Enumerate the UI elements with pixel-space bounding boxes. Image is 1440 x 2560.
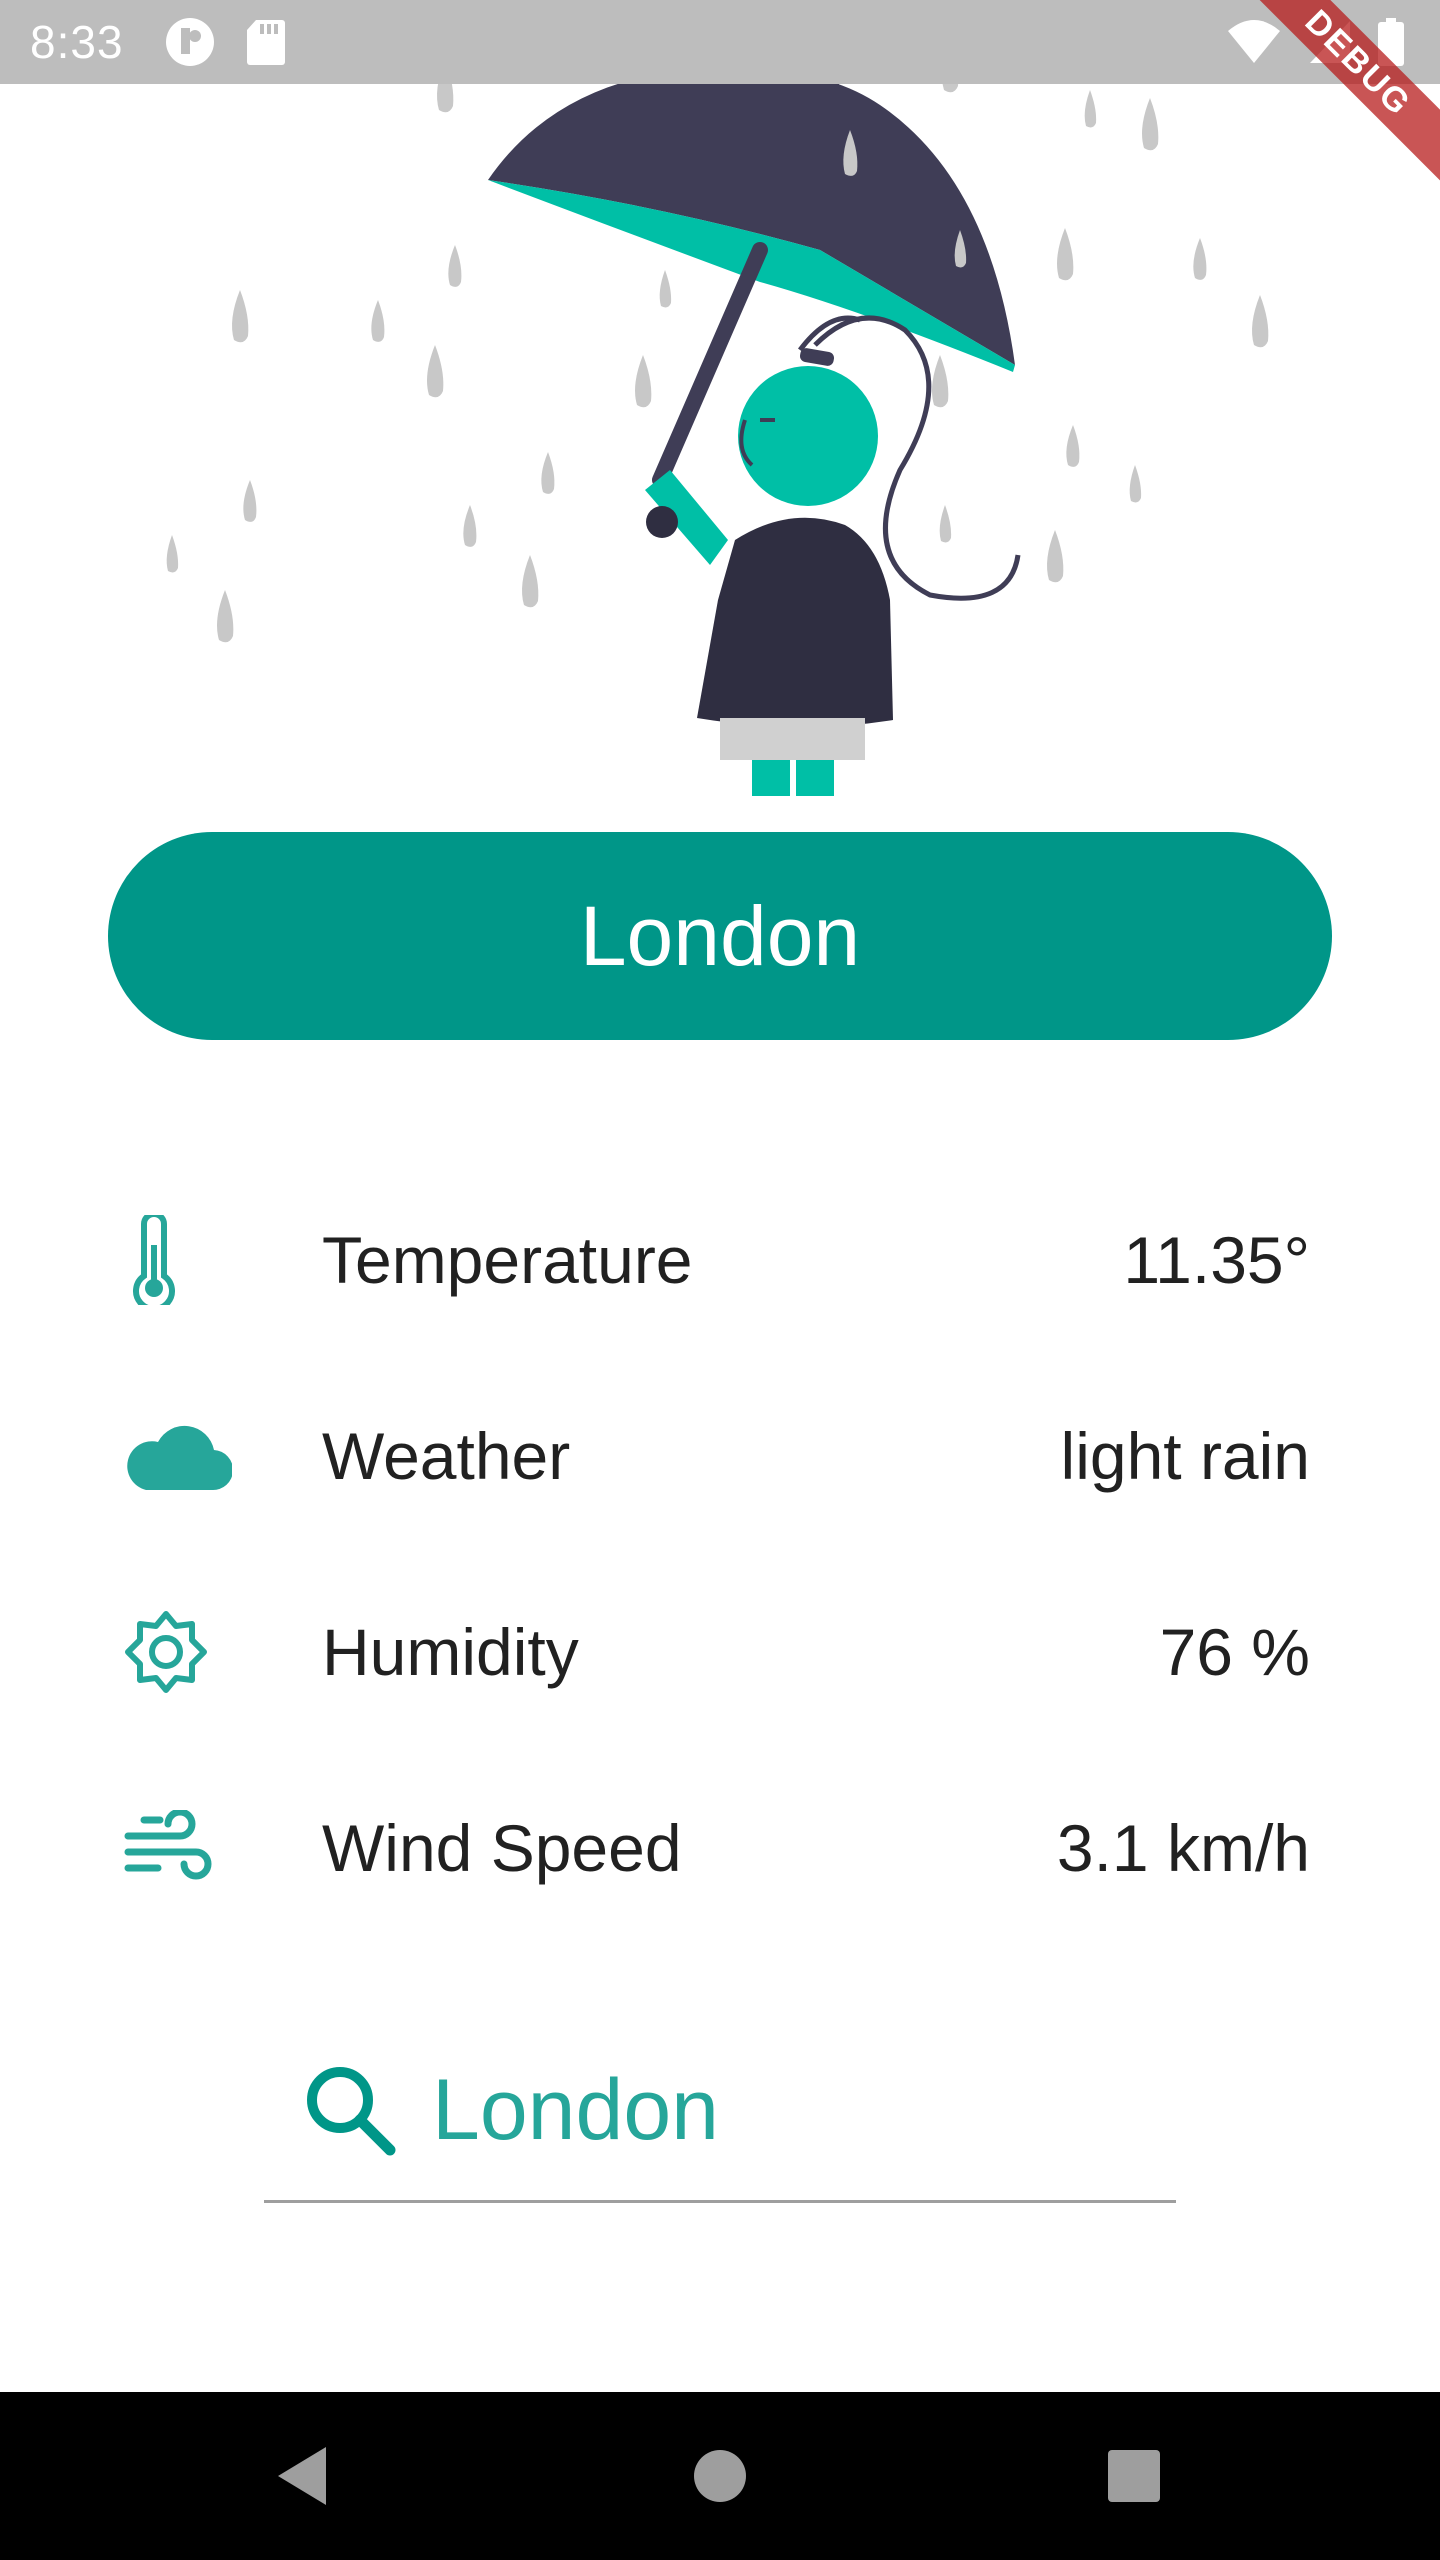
info-label: Humidity <box>322 1615 579 1689</box>
info-row-humidity: Humidity 76 % <box>0 1554 1440 1750</box>
info-row-weather: Weather light rain <box>0 1358 1440 1554</box>
coat <box>697 517 893 728</box>
search-field[interactable] <box>264 2040 1176 2203</box>
wifi-icon <box>1228 20 1280 63</box>
city-button[interactable]: London <box>108 832 1332 1040</box>
weather-info-list: Temperature 11.35° Weather light rain Hu… <box>0 1162 1440 1946</box>
info-value: 3.1 km/h <box>1056 1811 1310 1885</box>
status-time: 8:33 <box>30 16 124 68</box>
recents-icon[interactable] <box>1094 2436 1174 2516</box>
back-icon[interactable] <box>262 2436 342 2516</box>
navigation-bar <box>0 2392 1440 2560</box>
info-label: Weather <box>322 1419 571 1493</box>
info-row-wind-speed: Wind Speed 3.1 km/h <box>0 1750 1440 1946</box>
notification-app-icon <box>165 18 214 66</box>
home-icon[interactable] <box>680 2436 760 2516</box>
search-input[interactable] <box>432 2052 1132 2168</box>
sd-card-icon <box>246 20 285 65</box>
status-bar: 8:33 <box>0 0 1440 84</box>
info-label: Temperature <box>322 1223 693 1297</box>
info-row-temperature: Temperature 11.35° <box>0 1162 1440 1358</box>
cloud-icon <box>124 1406 234 1506</box>
info-value: 76 % <box>1159 1615 1310 1689</box>
info-value: light rain <box>1060 1419 1310 1493</box>
info-label: Wind Speed <box>322 1811 682 1885</box>
search-icon[interactable] <box>300 2060 400 2160</box>
wind-icon <box>124 1798 234 1898</box>
sun-gear-icon <box>124 1602 234 1702</box>
info-value: 11.35° <box>1123 1223 1310 1297</box>
thermometer-icon <box>124 1210 234 1310</box>
rain-umbrella-illustration <box>166 25 1269 796</box>
status-left-icons <box>164 16 286 68</box>
